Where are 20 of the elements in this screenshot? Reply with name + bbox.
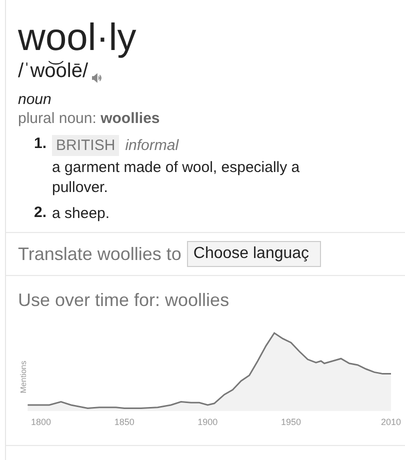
register-label: BRITISH (52, 135, 120, 156)
axis-tick-label: 1950 (280, 417, 302, 427)
chart-title: Use over time for: woollies (18, 290, 230, 311)
pronunciation: /ˈwo͝olē/ (18, 60, 88, 83)
plural-form: plural noun: woollies (18, 110, 161, 127)
usage-label: informal (125, 137, 179, 154)
speaker-icon[interactable] (92, 73, 102, 83)
sense-number: 1. (34, 135, 48, 154)
headword: wool·ly (18, 16, 138, 60)
axis-tick-label: 2010 (380, 417, 402, 427)
axis-tick-label: 1900 (198, 417, 218, 427)
part-of-speech: noun (18, 91, 52, 108)
definition: a sheep. (52, 204, 111, 224)
definition: a garment made of wool, especially a pullover. (52, 158, 301, 198)
axis-tick-label: 1800 (30, 417, 52, 427)
language-select[interactable]: Choose languaç (187, 241, 322, 267)
axis-tick-label: 1850 (114, 417, 134, 427)
axis-label: Mentions (19, 360, 28, 394)
sense-number: 2. (34, 204, 48, 223)
translate-label: Translate woollies to (18, 244, 182, 264)
